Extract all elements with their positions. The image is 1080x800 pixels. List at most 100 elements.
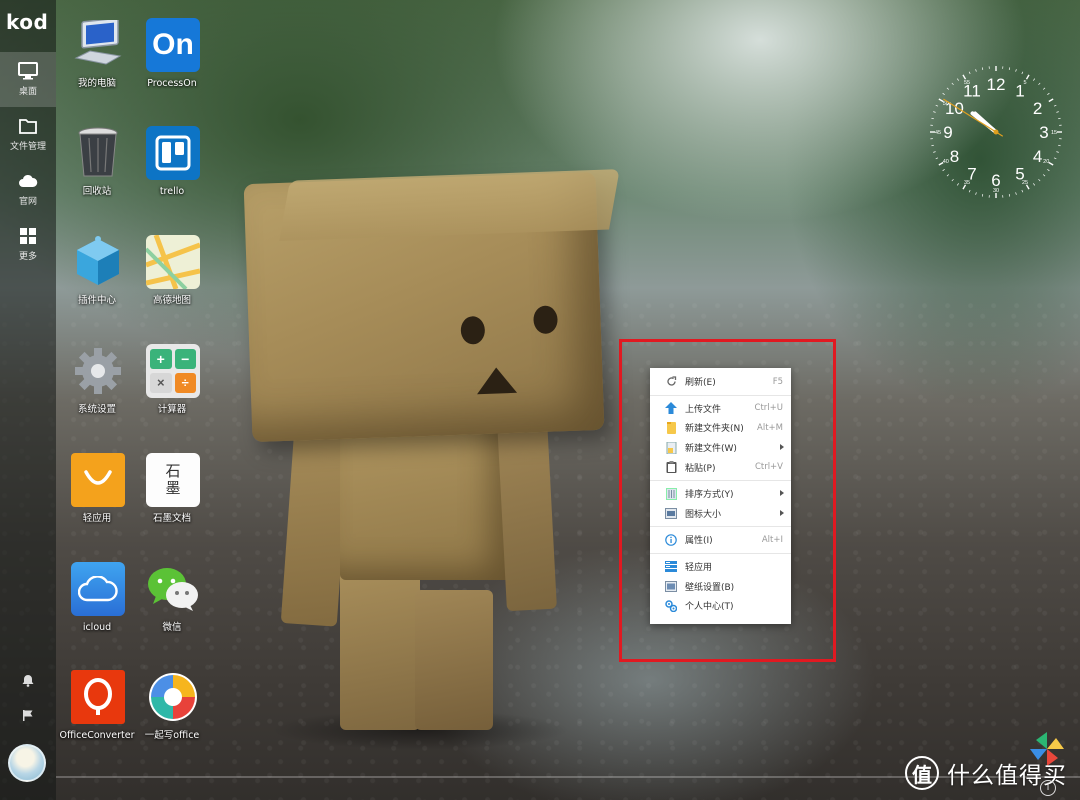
dock-item-more[interactable]: 更多 (0, 217, 56, 272)
clock-hour-number: 9 (943, 123, 952, 142)
menu-item-sort-by[interactable]: 排序方式(Y) (650, 484, 791, 504)
clock-center (993, 129, 999, 135)
gear-icon (71, 344, 125, 398)
info-icon (665, 534, 677, 546)
menu-item-upload-file[interactable]: 上传文件 Ctrl+U (650, 399, 791, 419)
plugin-cube-icon (71, 235, 125, 289)
clock-minute-number: 20 (1043, 159, 1049, 165)
desktop-icon-label: 轻应用 (82, 513, 112, 524)
watermark-mark: 值 (905, 756, 939, 790)
desktop-icon-label: 回收站 (82, 186, 112, 197)
menu-item-label: 粘贴(P) (685, 463, 716, 474)
menu-separator (650, 394, 791, 396)
desktop-icon-my-computer[interactable]: 我的电脑 (56, 4, 138, 104)
menu-item-label: 轻应用 (685, 563, 713, 574)
desktop-icon-processon[interactable]: On ProcessOn (131, 4, 213, 104)
desktop-icon-shimo[interactable]: 石 墨 石墨文档 (131, 439, 213, 539)
menu-item-wallpaper-settings[interactable]: 壁纸设置(B) (650, 576, 791, 596)
desktop-icon-system-settings[interactable]: 系统设置 (56, 330, 138, 430)
desktop-icon-label: 一起写office (144, 730, 200, 741)
desktop-icon-grid: 我的电脑 On ProcessOn 回收站 trello 插件中心 高德地图 系… (56, 0, 226, 790)
icon-size-icon (665, 507, 677, 519)
menu-item-label: 个人中心(T) (685, 602, 734, 613)
menu-item-label: 新建文件夹(N) (685, 424, 744, 435)
desktop-icon-label: 计算器 (157, 404, 187, 415)
menu-separator (650, 552, 791, 554)
computer-icon (71, 18, 125, 72)
clock-minute-number: 35 (964, 180, 970, 186)
menu-item-new-file[interactable]: 新建文件(W) (650, 438, 791, 458)
menu-item-label: 上传文件 (685, 404, 722, 415)
menu-item-shortcut: Ctrl+V (754, 462, 783, 473)
dock-item-label: 桌面 (18, 87, 37, 97)
desktop-icon-label: 我的电脑 (77, 78, 116, 89)
desktop-icon-officeconverter[interactable]: OfficeConverter (56, 656, 138, 756)
desktop-icon-light-app[interactable]: 轻应用 (56, 439, 138, 539)
menu-item-label: 壁纸设置(B) (685, 582, 735, 593)
menu-item-paste[interactable]: 粘贴(P) Ctrl+V (650, 457, 791, 477)
clock-minute-number: 45 (935, 130, 941, 136)
left-dock: kod 桌面 文件管理 官网 更多 (0, 0, 56, 800)
menu-item-icon-size[interactable]: 图标大小 (650, 504, 791, 524)
refresh-icon (666, 376, 676, 386)
desktop-icon-label: 高德地图 (152, 295, 191, 306)
menu-separator (650, 479, 791, 481)
light-app-icon (665, 561, 677, 573)
dock-item-label: 更多 (18, 252, 37, 262)
clock-minute-number: 30 (993, 188, 999, 194)
menu-separator (650, 526, 791, 528)
menu-item-label: 刷新(E) (685, 378, 716, 389)
dock-item-label: 官网 (18, 197, 37, 207)
menu-item-shortcut: Alt+M (757, 422, 783, 433)
dock-item-file-manager[interactable]: 文件管理 (0, 107, 56, 162)
calculator-icon: + − × ÷ (146, 344, 200, 398)
desktop-icon-label: 系统设置 (77, 404, 116, 415)
desktop-context-menu: 刷新(E) F5 上传文件 Ctrl+U 新建文件夹(N) Alt+M 新建文件… (650, 368, 791, 624)
clock-minute-number: 15 (1051, 130, 1057, 136)
desktop-icon-amap[interactable]: 高德地图 (131, 221, 213, 321)
shimo-logo-text: 石 墨 (146, 453, 200, 507)
menu-item-label: 属性(I) (685, 536, 713, 547)
desktop-icon-calculator[interactable]: + − × ÷ 计算器 (131, 330, 213, 430)
clock-hour-number: 3 (1039, 123, 1048, 142)
wallpaper-icon (665, 580, 677, 592)
officeconverter-icon (71, 670, 125, 724)
info-button[interactable]: i (1040, 780, 1056, 796)
clock-minute-number: 40 (943, 159, 949, 165)
desktop-icon-plugin-center[interactable]: 插件中心 (56, 221, 138, 321)
menu-item-label: 排序方式(Y) (685, 490, 734, 501)
shimo-icon: 石 墨 (146, 453, 200, 507)
processon-icon: On (146, 18, 200, 72)
user-avatar[interactable] (8, 744, 46, 782)
desktop-icon-icloud[interactable]: icloud (56, 548, 138, 648)
desktop-icon-trello[interactable]: trello (131, 112, 213, 212)
menu-item-refresh[interactable]: 刷新(E) F5 (650, 372, 791, 392)
icloud-icon (71, 562, 125, 616)
desktop-icon-yiqixie[interactable]: 一起写office (131, 656, 213, 756)
flag-icon (23, 710, 33, 721)
desktop-icon-label: icloud (82, 622, 112, 633)
dock-item-desktop[interactable]: 桌面 (0, 52, 56, 107)
folder-icon (19, 119, 37, 134)
desktop-icon-label: ProcessOn (147, 78, 197, 89)
submenu-arrow-icon (780, 443, 784, 450)
monitor-icon (18, 62, 38, 80)
clock-minute-number: 5 (1023, 80, 1026, 86)
cloud-icon (19, 174, 38, 187)
clock-hour-number: 4 (1033, 147, 1042, 166)
clock-minute-number: 25 (1022, 180, 1028, 186)
analog-clock-widget[interactable]: 12 1234567891011 55 51520253035404550 (926, 62, 1066, 202)
dock-item-website[interactable]: 官网 (0, 162, 56, 217)
sort-icon (665, 487, 677, 500)
desktop-icon-wechat[interactable]: 微信 (131, 548, 213, 648)
menu-item-new-folder[interactable]: 新建文件夹(N) Alt+M (650, 418, 791, 438)
menu-item-light-app[interactable]: 轻应用 (650, 557, 791, 577)
menu-item-shortcut: F5 (772, 376, 783, 387)
menu-item-personal-center[interactable]: 个人中心(T) (650, 596, 791, 616)
trello-icon (146, 126, 200, 180)
notification-button[interactable] (0, 674, 56, 687)
desktop-icon-recycle-bin[interactable]: 回收站 (56, 112, 138, 212)
feedback-button[interactable] (0, 709, 56, 722)
dock-item-label: 文件管理 (9, 142, 46, 152)
menu-item-properties[interactable]: 属性(I) Alt+I (650, 530, 791, 550)
